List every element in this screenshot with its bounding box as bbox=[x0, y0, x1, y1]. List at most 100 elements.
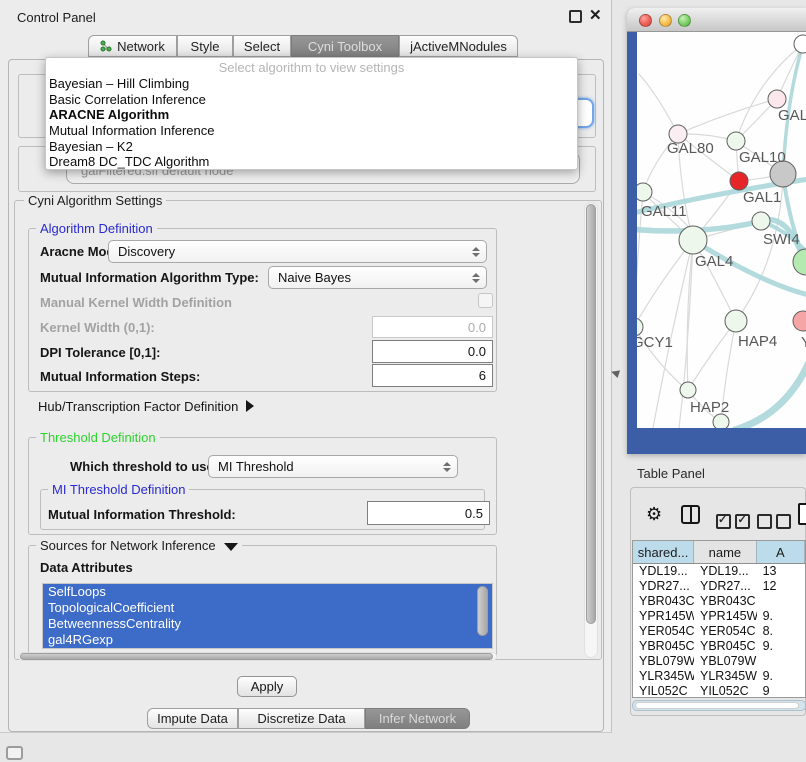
table-row[interactable]: YPR145WYPR145W9. bbox=[633, 609, 805, 624]
tab-jactivemnodules[interactable]: jActiveMNodules bbox=[399, 35, 518, 57]
collapse-arrow-icon[interactable] bbox=[224, 543, 238, 551]
data-attribute-item[interactable]: TopologicalCoefficient bbox=[43, 600, 492, 616]
table-row[interactable]: YBL079WYBL079W bbox=[633, 654, 805, 669]
network-canvas[interactable]: GALGAL80GAL10GAL1GAL11SWI4GAL4GCY1HAP4YH… bbox=[637, 32, 806, 428]
table-column-header[interactable]: name bbox=[694, 541, 757, 563]
mi-threshold-field[interactable]: 0.5 bbox=[367, 501, 490, 525]
manual-kernel-width-checkbox[interactable] bbox=[478, 293, 493, 308]
network-node[interactable] bbox=[793, 249, 806, 275]
settings-horizontal-scrollbar-thumb[interactable] bbox=[20, 653, 493, 660]
dpi-tolerance-label: DPI Tolerance [0,1]: bbox=[40, 345, 160, 360]
network-window-titlebar[interactable] bbox=[627, 8, 806, 32]
table-cell: YBR043C bbox=[633, 594, 694, 609]
algorithm-dropdown-popup: Select algorithm to view settings Bayesi… bbox=[45, 57, 578, 170]
network-edge bbox=[688, 321, 736, 390]
algorithm-definition-title: Algorithm Definition bbox=[36, 221, 157, 236]
dpi-tolerance-field[interactable]: 0.0 bbox=[372, 340, 493, 363]
network-node-gal11[interactable] bbox=[637, 183, 652, 201]
mac-close-button[interactable] bbox=[639, 14, 652, 27]
algorithm-option[interactable]: ARACNE Algorithm bbox=[49, 107, 574, 123]
table-row[interactable]: YBR043CYBR043C bbox=[633, 594, 805, 609]
network-node-gal1[interactable] bbox=[730, 172, 748, 190]
network-node-swi4[interactable] bbox=[752, 212, 770, 230]
network-node-gal10[interactable] bbox=[727, 132, 745, 150]
table-row[interactable]: YIL052CYIL052C9 bbox=[633, 684, 805, 698]
table-row[interactable]: YLR345WYLR345W9. bbox=[633, 669, 805, 684]
combo-arrows-icon bbox=[472, 247, 480, 257]
threshold-definition-title: Threshold Definition bbox=[36, 430, 160, 445]
table-row[interactable]: YDR27...YDR27...12 bbox=[633, 579, 805, 594]
data-attribute-item[interactable]: BetweennessCentrality bbox=[43, 616, 492, 632]
table-horizontal-scrollbar-thumb[interactable] bbox=[635, 702, 799, 709]
hub-definition-label: Hub/Transcription Factor Definition bbox=[38, 399, 238, 414]
algorithm-option[interactable]: Dream8 DC_TDC Algorithm bbox=[49, 154, 574, 170]
table-row[interactable]: YDL19...YDL19...13 bbox=[633, 564, 805, 579]
mi-algorithm-type-combobox[interactable]: Naive Bayes bbox=[268, 266, 487, 289]
which-threshold-combobox[interactable]: MI Threshold bbox=[208, 455, 458, 478]
aracne-mode-combobox[interactable]: Discovery bbox=[108, 240, 487, 263]
algorithm-option[interactable]: Bayesian – Hill Climbing bbox=[49, 76, 574, 92]
table-cell: 9. bbox=[757, 639, 805, 654]
tab-discretize-data[interactable]: Discretize Data bbox=[238, 708, 365, 729]
split-columns-icon[interactable] bbox=[681, 505, 700, 524]
mac-zoom-button[interactable] bbox=[678, 14, 691, 27]
network-node-label: GAL80 bbox=[667, 140, 714, 157]
data-attribute-item[interactable]: gal4RGexp bbox=[43, 632, 492, 648]
network-node[interactable] bbox=[713, 414, 729, 428]
network-node-y[interactable] bbox=[793, 311, 806, 331]
network-node-label: GCY1 bbox=[637, 334, 673, 351]
close-icon[interactable]: ✕ bbox=[589, 6, 602, 24]
attributes-list-scrollbar[interactable] bbox=[477, 586, 488, 636]
algorithm-option[interactable]: Mutual Information Inference bbox=[49, 123, 574, 139]
network-node-hap4[interactable] bbox=[725, 310, 747, 332]
float-window-icon[interactable] bbox=[569, 10, 582, 23]
select-all-columns-icon[interactable] bbox=[716, 514, 750, 534]
tab-impute-data[interactable]: Impute Data bbox=[147, 708, 238, 729]
mi-algorithm-type-label: Mutual Information Algorithm Type: bbox=[40, 270, 259, 285]
algorithm-option[interactable]: Bayesian – K2 bbox=[49, 139, 574, 155]
tab-cyni-toolbox[interactable]: Cyni Toolbox bbox=[291, 35, 399, 57]
expand-arrow-icon[interactable] bbox=[246, 400, 254, 412]
mi-algorithm-type-value: Naive Bayes bbox=[278, 270, 351, 285]
mac-minimize-button[interactable] bbox=[659, 14, 672, 27]
settings-gear-icon[interactable]: ⚙ bbox=[646, 505, 662, 523]
sources-title-row[interactable]: Sources for Network Inference bbox=[36, 538, 242, 553]
data-attributes-list[interactable]: SelfLoopsTopologicalCoefficientBetweenne… bbox=[42, 583, 493, 649]
node-table[interactable]: shared...nameA YDL19...YDL19...13YDR27..… bbox=[632, 540, 806, 698]
algorithm-option[interactable]: Basic Correlation Inference bbox=[49, 92, 574, 108]
table-column-header[interactable]: shared... bbox=[633, 541, 694, 563]
document-icon[interactable] bbox=[798, 503, 806, 525]
mi-threshold-label: Mutual Information Threshold: bbox=[48, 507, 236, 522]
mi-steps-field[interactable]: 6 bbox=[372, 364, 493, 387]
kernel-width-field[interactable]: 0.0 bbox=[372, 316, 493, 338]
application-root: Control Panel ✕ Network Style Select Cyn… bbox=[0, 0, 806, 762]
network-node-label: GAL11 bbox=[641, 203, 687, 220]
tab-select[interactable]: Select bbox=[233, 35, 291, 57]
apply-button[interactable]: Apply bbox=[237, 676, 297, 697]
network-node-gal[interactable] bbox=[768, 90, 786, 108]
tab-style[interactable]: Style bbox=[177, 35, 233, 57]
table-column-header[interactable]: A bbox=[757, 541, 805, 563]
cyni-algorithm-settings-title: Cyni Algorithm Settings bbox=[24, 193, 166, 208]
tab-cyni-toolbox-label: Cyni Toolbox bbox=[308, 39, 382, 54]
settings-vertical-scrollbar-thumb[interactable] bbox=[586, 204, 596, 624]
apply-button-label: Apply bbox=[251, 679, 284, 694]
tab-style-label: Style bbox=[191, 39, 220, 54]
data-attribute-item[interactable]: SelfLoops bbox=[43, 584, 492, 600]
minimized-panel-icon[interactable] bbox=[6, 746, 23, 760]
table-cell: YBL079W bbox=[694, 654, 757, 669]
tab-infer-network[interactable]: Infer Network bbox=[365, 708, 470, 729]
hub-definition-toggle[interactable]: Hub/Transcription Factor Definition bbox=[38, 399, 254, 414]
table-row[interactable]: YER054CYER054C8. bbox=[633, 624, 805, 639]
network-node-label: SWI4 bbox=[763, 231, 800, 248]
network-node-gal4[interactable] bbox=[679, 226, 707, 254]
deselect-all-columns-icon[interactable] bbox=[757, 514, 791, 534]
tab-network[interactable]: Network bbox=[88, 35, 177, 57]
table-cell: 9. bbox=[757, 669, 805, 684]
which-threshold-value: MI Threshold bbox=[218, 459, 294, 474]
table-row[interactable]: YBR045CYBR045C9. bbox=[633, 639, 805, 654]
table-cell: YLR345W bbox=[633, 669, 694, 684]
table-cell: YDL19... bbox=[694, 564, 757, 579]
tab-discretize-data-label: Discretize Data bbox=[257, 711, 345, 726]
network-node-hap2[interactable] bbox=[680, 382, 696, 398]
